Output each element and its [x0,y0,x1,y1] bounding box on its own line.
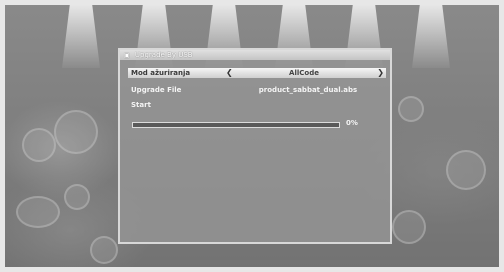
bubble-decoration [392,210,426,244]
bubble-decoration [398,96,424,122]
upgrade-progress-bar [132,122,340,128]
bubble-decoration [16,196,60,228]
bubble-decoration [64,184,90,210]
upgrade-dialog: ▣ Upgrade By USB Mod ažuriranja ❮ AllCod… [118,48,392,244]
upgrade-mode-selector[interactable]: Mod ažuriranja ❮ AllCode ❯ [128,68,386,78]
chevron-left-icon[interactable]: ❮ [226,68,233,78]
light-beam-decoration [412,0,450,68]
upgrade-mode-value: AllCode [289,69,319,77]
bubble-decoration [54,110,98,154]
upgrade-mode-label: Mod ažuriranja [131,69,191,77]
dialog-title: Upgrade By USB [134,51,193,59]
chevron-right-icon[interactable]: ❯ [377,68,384,78]
light-beam-decoration [62,0,100,68]
upgrade-file-row[interactable]: Upgrade File product_sabbat_dual.abs [128,85,386,95]
start-label: Start [131,101,151,109]
bubble-decoration [90,236,118,264]
start-button[interactable]: Start [128,100,228,110]
bubble-decoration [22,128,56,162]
upgrade-file-value: product_sabbat_dual.abs [258,86,358,94]
upgrade-file-label: Upgrade File [131,86,182,94]
dialog-title-bar: ▣ Upgrade By USB [120,50,390,60]
usb-icon: ▣ [124,52,130,59]
bubble-decoration [446,150,486,190]
progress-percent: 0% [346,119,358,127]
